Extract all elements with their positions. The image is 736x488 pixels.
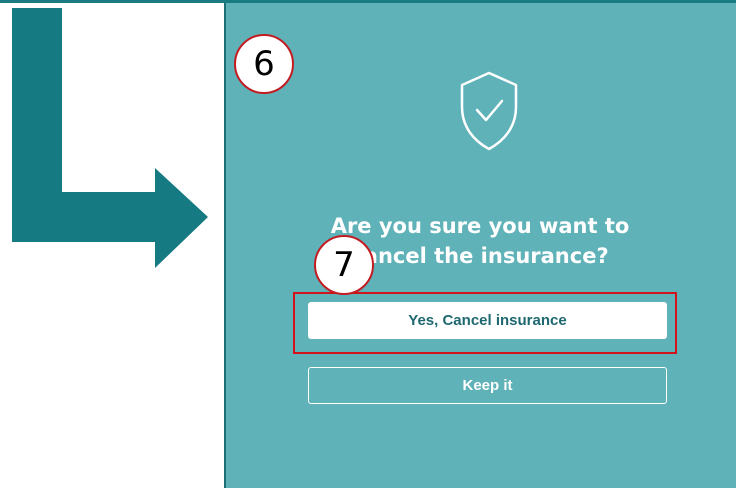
turn-right-arrow-icon <box>12 8 208 268</box>
cancel-insurance-dialog: Are you sure you want to cancel the insu… <box>224 3 736 488</box>
step-badge-7: 7 <box>314 235 374 295</box>
confirm-cancel-insurance-button[interactable]: Yes, Cancel insurance <box>308 302 667 339</box>
dialog-title-line-2: cancel the insurance? <box>351 244 609 268</box>
shield-check-icon <box>460 71 518 151</box>
tutorial-screen: Are you sure you want to cancel the insu… <box>0 0 736 488</box>
dialog-title-line-1: Are you sure you want to <box>330 214 630 238</box>
dialog-title: Are you sure you want to cancel the insu… <box>226 211 734 271</box>
keep-insurance-button[interactable]: Keep it <box>308 367 667 404</box>
step-badge-6: 6 <box>234 34 294 94</box>
